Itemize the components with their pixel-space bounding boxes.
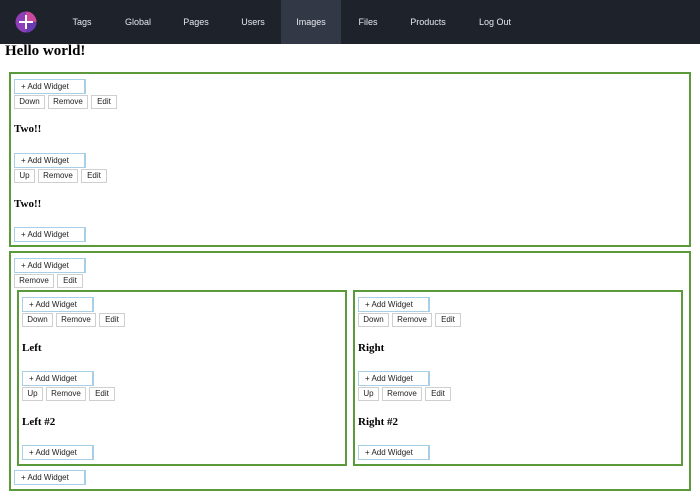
widget-heading: Right — [358, 342, 385, 354]
remove-button[interactable]: Remove — [14, 274, 54, 288]
down-button[interactable]: Down — [22, 313, 53, 327]
remove-button[interactable]: Remove — [382, 387, 422, 401]
widget-heading: Right #2 — [358, 416, 399, 428]
widget-heading: Two!! — [14, 123, 42, 135]
down-button[interactable]: Down — [358, 313, 389, 327]
add-widget-button[interactable]: + Add Widget — [14, 227, 86, 242]
nav-tags[interactable]: Tags — [63, 0, 101, 44]
nav-global[interactable]: Global — [116, 0, 160, 44]
up-button[interactable]: Up — [358, 387, 379, 401]
remove-button[interactable]: Remove — [56, 313, 96, 327]
remove-button[interactable]: Remove — [46, 387, 86, 401]
edit-button[interactable]: Edit — [425, 387, 451, 401]
edit-button[interactable]: Edit — [81, 169, 107, 183]
add-widget-button[interactable]: + Add Widget — [14, 153, 86, 168]
add-widget-button[interactable]: + Add Widget — [22, 445, 94, 460]
nav-users[interactable]: Users — [232, 0, 274, 44]
edit-button[interactable]: Edit — [57, 274, 83, 288]
add-widget-button[interactable]: + Add Widget — [14, 79, 86, 94]
add-widget-button[interactable]: + Add Widget — [358, 445, 430, 460]
nav-images[interactable]: Images — [281, 0, 341, 44]
up-button[interactable]: Up — [22, 387, 43, 401]
edit-button[interactable]: Edit — [91, 95, 117, 109]
nav-products[interactable]: Products — [404, 0, 452, 44]
add-widget-button[interactable]: + Add Widget — [358, 371, 430, 386]
add-widget-button[interactable]: + Add Widget — [14, 470, 86, 485]
down-button[interactable]: Down — [14, 95, 45, 109]
add-widget-button[interactable]: + Add Widget — [22, 371, 94, 386]
remove-button[interactable]: Remove — [38, 169, 78, 183]
edit-button[interactable]: Edit — [89, 387, 115, 401]
nav-files[interactable]: Files — [350, 0, 386, 44]
remove-button[interactable]: Remove — [48, 95, 88, 109]
add-widget-button[interactable]: + Add Widget — [14, 258, 86, 273]
app-logo-icon[interactable] — [15, 11, 37, 33]
up-button[interactable]: Up — [14, 169, 35, 183]
widget-heading: Left — [22, 342, 42, 354]
nav-pages[interactable]: Pages — [174, 0, 218, 44]
widget-heading: Left #2 — [22, 416, 56, 428]
top-nav: Tags Global Pages Users Images Files Pro… — [0, 0, 700, 44]
nav-logout[interactable]: Log Out — [473, 0, 517, 44]
remove-button[interactable]: Remove — [392, 313, 432, 327]
widget-heading: Two!! — [14, 198, 42, 210]
page-title: Hello world! — [5, 43, 86, 59]
add-widget-button[interactable]: + Add Widget — [358, 297, 430, 312]
edit-button[interactable]: Edit — [435, 313, 461, 327]
edit-button[interactable]: Edit — [99, 313, 125, 327]
add-widget-button[interactable]: + Add Widget — [22, 297, 94, 312]
